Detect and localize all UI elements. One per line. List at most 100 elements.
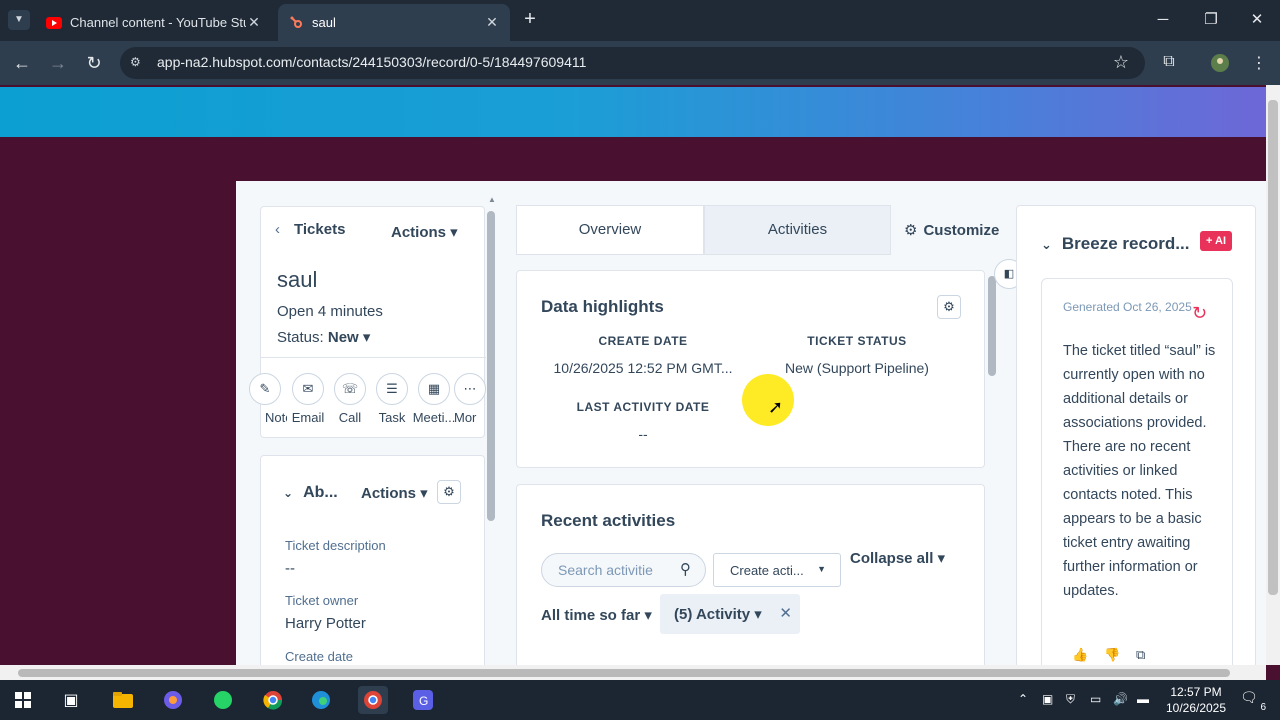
gear-icon: ⚙ — [904, 222, 918, 239]
copilot-icon[interactable] — [158, 686, 188, 714]
chevron-left-icon: ‹ — [275, 221, 280, 238]
about-actions-button[interactable]: Actions ▾ — [361, 484, 428, 502]
activity-search-input[interactable]: Search activitie ⚲ — [541, 553, 706, 587]
back-button[interactable]: ← — [10, 51, 34, 75]
more-action[interactable]: ⋯ Mor — [454, 373, 486, 425]
tab-search-button[interactable]: ▼ — [8, 10, 30, 30]
mouse-cursor-icon: ➚ — [768, 397, 784, 417]
breeze-summary-box: Generated Oct 26, 2025 ↻ The ticket titl… — [1041, 278, 1233, 665]
thumbs-up-icon[interactable]: 👍 — [1072, 647, 1088, 663]
breeze-toggle[interactable]: ⌄ Breeze record... — [1041, 234, 1189, 254]
tab-youtube[interactable]: Channel content - YouTube Stu ✕ — [36, 4, 272, 41]
forward-button[interactable]: → — [46, 51, 70, 75]
system-clock[interactable]: 12:57 PM 10/26/2025 — [1160, 684, 1232, 716]
left-column-scrollbar[interactable] — [487, 211, 495, 521]
note-action[interactable]: ✎ Note — [243, 373, 287, 425]
data-highlights-card: Data highlights ⚙ CREATE DATE 10/26/2025… — [516, 270, 985, 468]
field-label: LAST ACTIVITY DATE — [576, 400, 710, 414]
record-content: ‹ Tickets Actions ▾ saul Open 4 minutes … — [236, 181, 1266, 665]
field-value: 10/26/2025 12:52 PM GMT... — [553, 360, 733, 376]
edge-icon[interactable] — [306, 686, 336, 714]
status-value: New — [327, 329, 359, 346]
security-icon[interactable]: ⛨ — [1066, 692, 1075, 707]
record-tabs: Overview Activities — [516, 205, 891, 255]
meeting-action[interactable]: ▦ Meeti... — [412, 373, 456, 425]
clear-filter-icon[interactable]: ✕ — [779, 604, 792, 622]
start-windows-icon[interactable] — [8, 686, 38, 714]
close-tab-icon[interactable]: ✕ — [246, 14, 262, 31]
meeting-label: Meeti... — [412, 410, 456, 425]
profile-icon[interactable] — [1209, 53, 1231, 75]
tab-saul[interactable]: saul ✕ — [278, 4, 510, 41]
highlight-ticket-status: TICKET STATUS New (Support Pipeline) — [757, 334, 957, 376]
hubspot-icon — [288, 15, 304, 31]
activity-filter-chip[interactable]: (5) Activity ▾ ✕ — [660, 594, 800, 634]
breeze-title: Breeze record... — [1061, 234, 1190, 253]
prop-label: Create date — [285, 649, 353, 664]
ai-badge: + AI — [1200, 231, 1232, 251]
time-filter-dropdown[interactable]: All time so far ▾ — [541, 606, 652, 624]
breeze-summary-card: ⌄ Breeze record... + AI Generated Oct 26,… — [1016, 205, 1256, 665]
thumbs-down-icon[interactable]: 👎 — [1104, 647, 1120, 663]
tray-app-icon[interactable]: ▣ — [1042, 692, 1053, 706]
caret-down-icon: ▼ — [817, 564, 826, 574]
url-field[interactable]: ⚙ app-na2.hubspot.com/contacts/244150303… — [120, 47, 1145, 79]
recent-activities-card: Recent activities Search activitie ⚲ Cre… — [516, 484, 985, 665]
search-placeholder: Search activitie — [558, 562, 653, 578]
task-action[interactable]: ☰ Task — [370, 373, 414, 425]
battery-icon[interactable]: ▬ — [1137, 692, 1149, 706]
tab-title: Channel content - YouTube Stu — [70, 15, 246, 30]
tab-overview[interactable]: Overview — [516, 205, 704, 255]
chrome-profile-icon[interactable] — [358, 686, 388, 714]
copy-icon[interactable]: ⧉ — [1136, 647, 1145, 663]
about-toggle[interactable]: ⌄ Ab... — [283, 484, 338, 502]
chevron-down-icon: ⌄ — [283, 486, 294, 500]
close-tab-icon[interactable]: ✕ — [484, 14, 500, 31]
prop-value[interactable]: Harry Potter — [285, 615, 366, 632]
highlights-settings-gear-icon[interactable]: ⚙ — [937, 295, 961, 319]
svg-text:G: G — [419, 694, 428, 708]
restore-button[interactable]: ❐ — [1196, 8, 1226, 32]
tab-activities[interactable]: Activities — [704, 205, 891, 255]
file-explorer-icon[interactable] — [108, 686, 138, 714]
actions-label: Actions — [391, 224, 447, 241]
middle-column-scrollbar[interactable] — [988, 276, 996, 376]
volume-icon[interactable]: 🔊 — [1113, 692, 1128, 706]
email-action[interactable]: ✉ Email — [286, 373, 330, 425]
whatsapp-icon[interactable] — [208, 686, 238, 714]
menu-icon[interactable]: ⋮ — [1248, 53, 1270, 75]
status-dropdown[interactable]: New ▾ — [328, 329, 371, 346]
field-label: CREATE DATE — [598, 334, 688, 348]
app-g-icon[interactable]: G — [408, 686, 438, 714]
site-info-icon[interactable]: ⚙ — [130, 55, 146, 71]
address-bar-row: ← → ↻ ⚙ app-na2.hubspot.com/contacts/244… — [0, 41, 1280, 85]
page-horizontal-scrollbar[interactable] — [18, 669, 1230, 677]
status-row: Status: New ▾ — [277, 328, 370, 346]
activity-filter-label: (5) Activity — [674, 606, 751, 623]
youtube-icon — [46, 15, 62, 31]
display-icon[interactable]: ▭ — [1090, 692, 1101, 706]
chevron-up-icon[interactable]: ⌃ — [1018, 692, 1028, 706]
generated-date: Generated Oct 26, 2025 — [1063, 300, 1192, 314]
regenerate-icon[interactable]: ↻ — [1192, 303, 1207, 324]
back-to-tickets[interactable]: ‹ Tickets — [275, 221, 345, 238]
customize-button[interactable]: ⚙ Customize — [904, 221, 999, 239]
record-actions-button[interactable]: Actions ▾ — [391, 223, 458, 241]
about-settings-gear-icon[interactable]: ⚙ — [437, 480, 461, 504]
scroll-up-arrow-icon[interactable]: ▲ — [488, 195, 496, 204]
reload-button[interactable]: ↻ — [82, 51, 106, 75]
page-vertical-scrollbar[interactable] — [1268, 100, 1278, 595]
close-window-button[interactable]: ✕ — [1242, 8, 1272, 32]
prop-value[interactable]: -- — [285, 560, 295, 577]
field-label: TICKET STATUS — [807, 334, 907, 348]
chrome-icon[interactable] — [258, 686, 288, 714]
create-activity-dropdown[interactable]: Create acti... ▼ — [713, 553, 841, 587]
notifications-icon[interactable]: 🗨 6 — [1240, 689, 1266, 713]
minimize-button[interactable]: ─ — [1148, 8, 1178, 32]
task-view-icon[interactable]: ▣ — [56, 686, 86, 714]
new-tab-button[interactable]: + — [518, 8, 542, 32]
extensions-icon[interactable]: ⧉ — [1158, 53, 1180, 75]
bookmark-star-icon[interactable]: ☆ — [1113, 52, 1129, 73]
collapse-all-button[interactable]: Collapse all ▾ — [850, 549, 945, 567]
call-action[interactable]: ☏ Call — [328, 373, 372, 425]
